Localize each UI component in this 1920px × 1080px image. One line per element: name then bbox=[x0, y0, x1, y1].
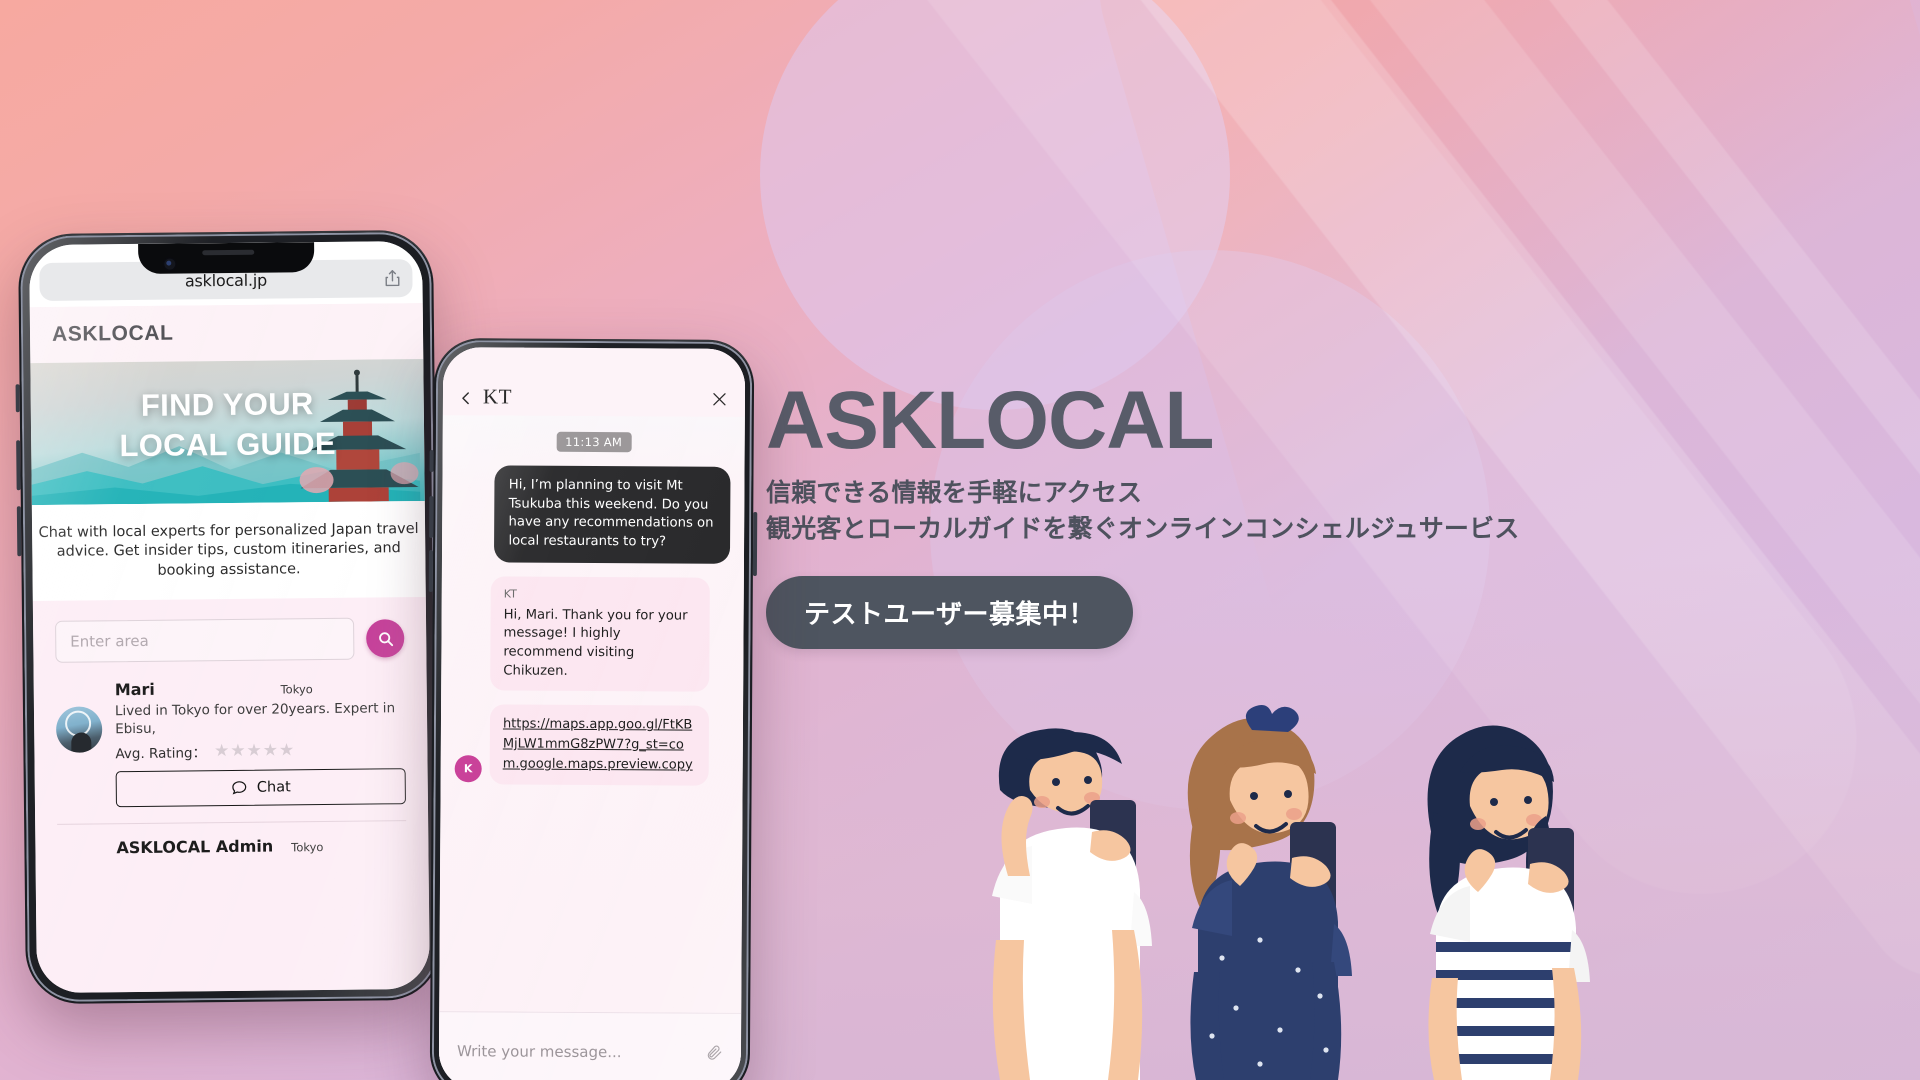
search-row bbox=[55, 617, 405, 663]
chat-input-bar bbox=[438, 1011, 742, 1080]
message-input[interactable] bbox=[456, 1041, 706, 1062]
site-intro-text: Chat with local experts for personalized… bbox=[38, 521, 419, 579]
guide-list-item[interactable]: ASKLOCAL Admin Tokyo bbox=[57, 821, 406, 858]
chat-bubble-outgoing: Hi, I’m planning to visit Mt Tsukuba thi… bbox=[494, 465, 731, 564]
phone-power-button bbox=[752, 511, 758, 577]
message-timestamp: 11:13 AM bbox=[556, 431, 632, 453]
phone-screen-chat: KT 11:13 AM Hi, I’m planning to visit Mt… bbox=[438, 347, 746, 1080]
chat-bubble-icon bbox=[232, 781, 247, 795]
phone-notch bbox=[137, 242, 314, 274]
rating-label: Avg. Rating： bbox=[115, 744, 207, 762]
share-icon[interactable] bbox=[382, 267, 402, 289]
phone-mute-switch bbox=[429, 450, 434, 473]
earpiece-speaker bbox=[201, 249, 254, 256]
hero-title-line1: FIND YOUR bbox=[140, 386, 314, 423]
chat-bubble-link: https://maps.app.goo.gl/FtKBMjLW1mmG8zPW… bbox=[489, 704, 710, 786]
chat-message-incoming: KT Hi, Mari. Thank you for your message!… bbox=[455, 576, 730, 693]
tagline-line-2: 観光客とローカルガイドを繋ぐオンラインコンシェルジュサービス bbox=[766, 513, 1520, 543]
illustration-person-3 bbox=[1427, 725, 1590, 1080]
tagline-line-1: 信頼できる情報を手軽にアクセス bbox=[766, 478, 1143, 507]
chat-button[interactable]: Chat bbox=[115, 767, 406, 807]
phone-screen-website: asklocal.jp ASKLOCAL FIND YOUR LOCAL GUI… bbox=[29, 240, 430, 994]
chat-message-list[interactable]: 11:13 AM Hi, I’m planning to visit Mt Ts… bbox=[439, 415, 745, 1013]
poster-canvas: asklocal.jp ASKLOCAL FIND YOUR LOCAL GUI… bbox=[0, 0, 1920, 1080]
front-camera bbox=[163, 258, 175, 270]
avatar: K bbox=[454, 754, 482, 782]
chat-screen: KT 11:13 AM Hi, I’m planning to visit Mt… bbox=[438, 347, 746, 1080]
phone-volume-down-button bbox=[428, 550, 434, 593]
page-title: ASKLOCAL bbox=[766, 375, 1215, 466]
rating-stars: ★★★★★ bbox=[213, 740, 296, 761]
chevron-left-icon[interactable] bbox=[457, 389, 475, 407]
message-sender: KT bbox=[503, 587, 517, 601]
site-intro: Chat with local experts for personalized… bbox=[31, 500, 426, 602]
hero-title-line2: LOCAL GUIDE bbox=[119, 425, 337, 463]
phone-mute-switch bbox=[15, 384, 20, 413]
guide-list-item[interactable]: Mari Tokyo Lived in Tokyo for over 20yea… bbox=[55, 659, 406, 807]
site-header: ASKLOCAL bbox=[29, 302, 424, 364]
illustration-person-2 bbox=[1187, 705, 1352, 1080]
map-link[interactable]: https://maps.app.goo.gl/FtKBMjLW1mmG8zPW… bbox=[503, 717, 693, 773]
chat-bubble-incoming: KT Hi, Mari. Thank you for your message!… bbox=[490, 576, 711, 693]
guide-city: Tokyo bbox=[291, 839, 324, 855]
phone-volume-up-button bbox=[16, 440, 21, 491]
rating-row: Avg. Rating： ★★★★★ bbox=[115, 739, 405, 762]
site-guide-search-section: Mari Tokyo Lived in Tokyo for over 20yea… bbox=[32, 596, 430, 994]
guide-name-row: Mari Tokyo bbox=[115, 677, 405, 699]
guide-name: Mari bbox=[114, 679, 155, 700]
hero-banner: FIND YOUR LOCAL GUIDE bbox=[30, 358, 425, 506]
site-logo: ASKLOCAL bbox=[51, 321, 174, 346]
guide-city: Tokyo bbox=[280, 682, 313, 697]
guide-bio: Lived in Tokyo for over 20years. Expert … bbox=[114, 700, 396, 738]
chat-button-label: Chat bbox=[256, 779, 291, 796]
tagline: 信頼できる情報を手軽にアクセス 観光客とローカルガイドを繋ぐオンラインコンシェル… bbox=[766, 475, 1916, 546]
chat-message-incoming: K https://maps.app.goo.gl/FtKBMjLW1mmG8z… bbox=[454, 704, 729, 786]
phone-volume-down-button bbox=[16, 506, 22, 557]
chat-title: KT bbox=[482, 384, 513, 409]
phone-mockup-website: asklocal.jp ASKLOCAL FIND YOUR LOCAL GUI… bbox=[15, 229, 442, 1005]
guide-details: Mari Tokyo Lived in Tokyo for over 20yea… bbox=[115, 677, 406, 807]
search-icon bbox=[378, 631, 393, 646]
illustration-person-1 bbox=[992, 728, 1152, 1080]
paperclip-icon[interactable] bbox=[705, 1043, 723, 1061]
people-illustration bbox=[992, 705, 1590, 1080]
avatar bbox=[55, 706, 103, 753]
marketing-panel: ASKLOCAL 信頼できる情報を手軽にアクセス 観光客とローカルガイドを繋ぐオ… bbox=[766, 380, 1916, 649]
message-text: Hi, Mari. Thank you for your message! I … bbox=[503, 607, 688, 679]
close-icon[interactable] bbox=[710, 390, 729, 409]
guide-name: ASKLOCAL Admin bbox=[116, 836, 274, 857]
chat-header: KT bbox=[442, 347, 746, 417]
avatar-person bbox=[71, 732, 92, 753]
phone-volume-up-button bbox=[429, 496, 434, 539]
search-button[interactable] bbox=[366, 619, 405, 658]
phone-mockup-chat: KT 11:13 AM Hi, I’m planning to visit Mt… bbox=[428, 338, 758, 1080]
hero-title: FIND YOUR LOCAL GUIDE bbox=[31, 383, 425, 466]
cta-button[interactable]: テストユーザー募集中！ bbox=[766, 576, 1133, 649]
search-input[interactable] bbox=[55, 617, 355, 663]
